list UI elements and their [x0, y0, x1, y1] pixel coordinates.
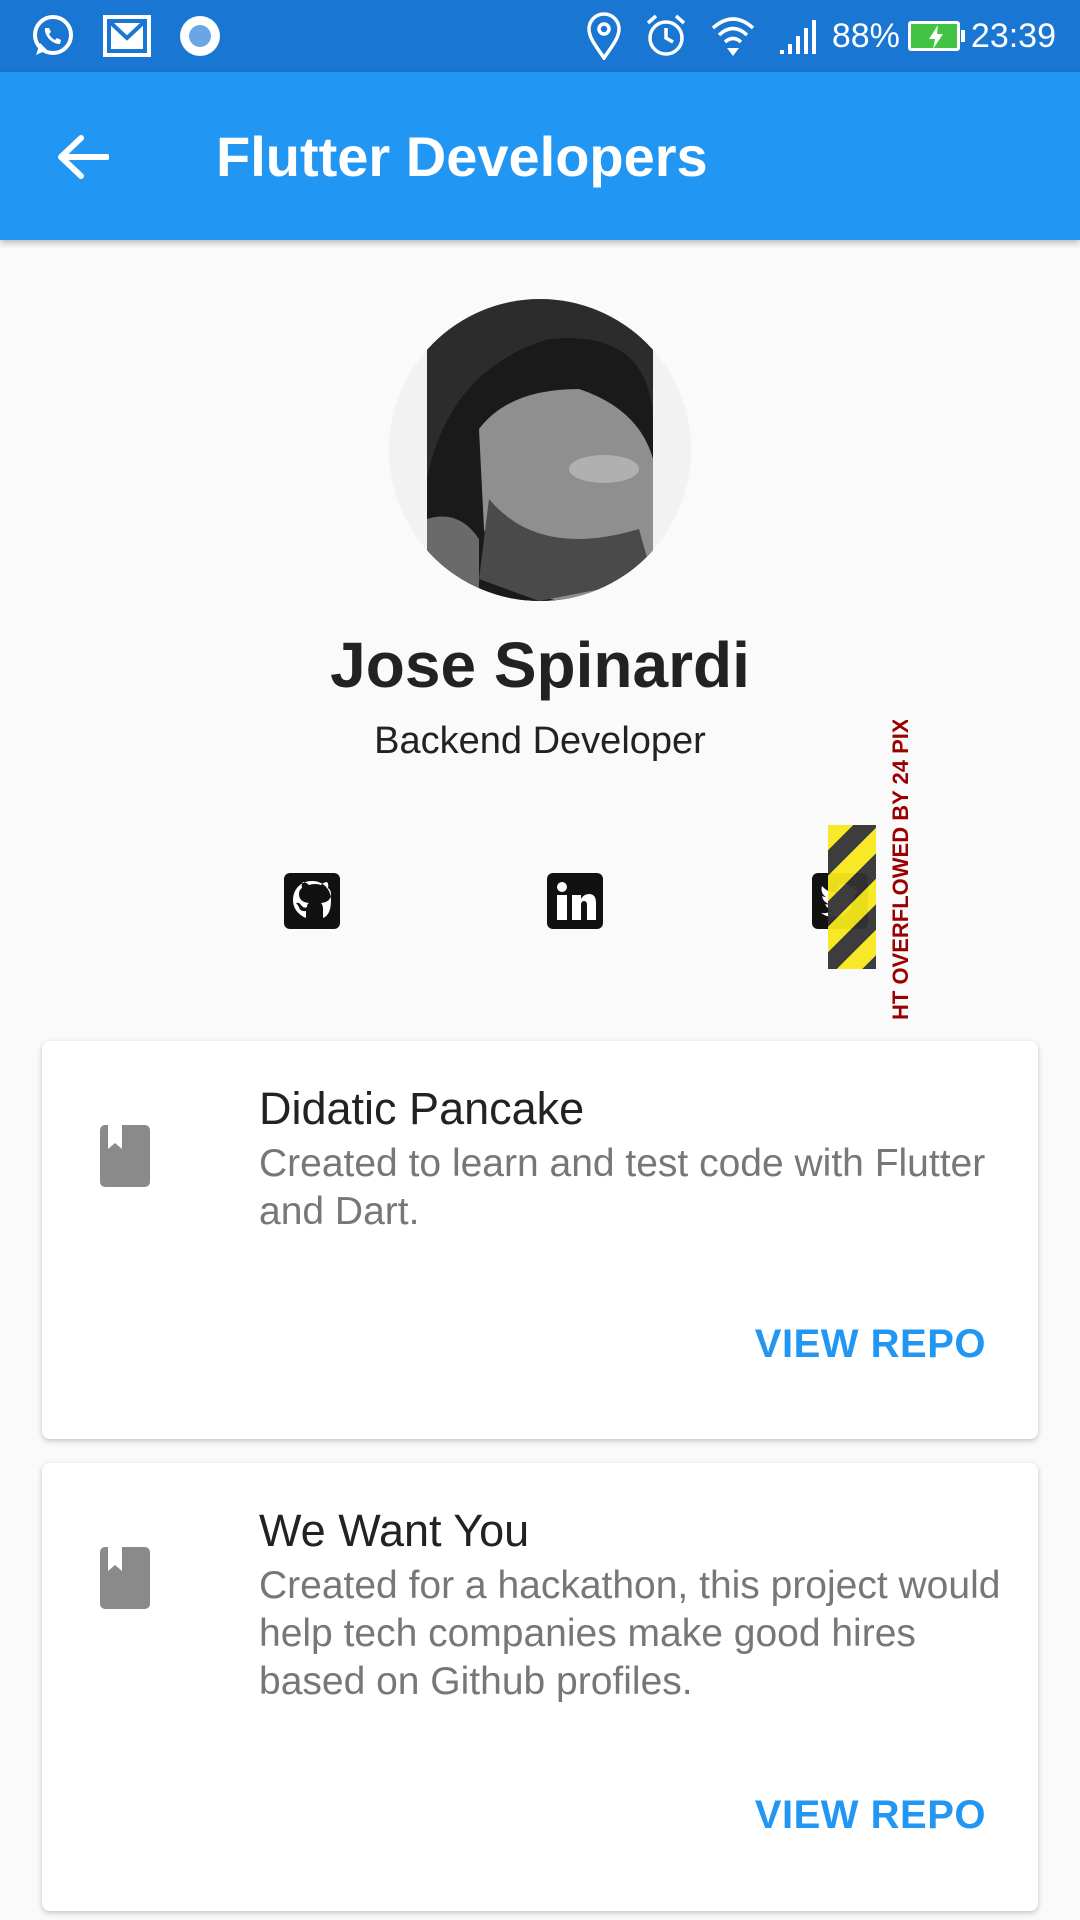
overflow-indicator	[828, 825, 876, 969]
view-repo-button[interactable]: VIEW REPO	[755, 1793, 986, 1838]
profile-role: Backend Developer	[374, 720, 706, 762]
repo-card: Didatic Pancake Created to learn and tes…	[42, 1041, 1038, 1439]
alarm-icon	[644, 13, 688, 59]
clock: 23:39	[970, 16, 1056, 55]
notification-icons	[30, 12, 248, 60]
repo-title: We Want You	[259, 1505, 530, 1556]
signal-icon	[778, 16, 822, 56]
view-repo-button[interactable]: VIEW REPO	[755, 1322, 986, 1367]
profile-name: Jose Spinardi	[330, 629, 750, 701]
page-title: Flutter Developers	[216, 125, 708, 188]
repo-description: Created for a hackathon, this project wo…	[259, 1564, 1001, 1703]
arrow-back-icon	[58, 135, 109, 179]
back-button[interactable]	[52, 126, 114, 188]
book-icon	[100, 1125, 150, 1187]
record-icon	[178, 14, 222, 58]
repo-description: Created to learn and test code with Flut…	[259, 1142, 986, 1233]
location-icon	[586, 12, 622, 60]
battery-icon	[907, 21, 965, 51]
mail-icon	[102, 14, 152, 58]
app-bar: Flutter Developers	[0, 72, 1080, 240]
linkedin-icon[interactable]	[547, 873, 603, 929]
avatar	[389, 299, 691, 601]
battery-percent: 88%	[831, 16, 900, 55]
system-icons: 88% 23:39	[564, 12, 1056, 60]
repo-card: We Want You Created for a hackathon, thi…	[42, 1463, 1038, 1911]
wifi-icon	[710, 14, 756, 58]
github-icon[interactable]	[284, 873, 340, 929]
repo-title: Didatic Pancake	[259, 1083, 585, 1134]
book-icon	[100, 1547, 150, 1609]
overflow-warning: HT OVERFLOWED BY 24 PIXELS	[888, 720, 913, 1020]
status-bar: 88% 23:39	[0, 0, 1080, 72]
whatsapp-icon	[30, 13, 76, 59]
